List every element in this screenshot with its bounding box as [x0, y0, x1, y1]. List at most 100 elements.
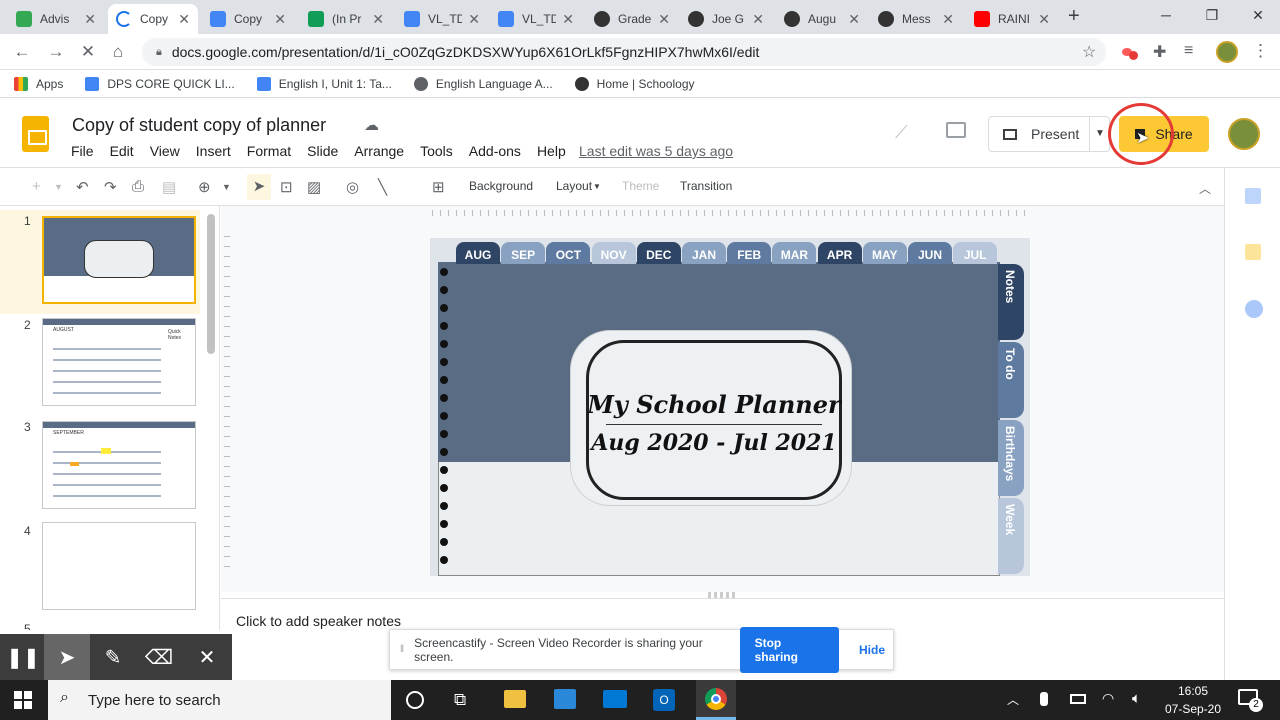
- menu-file[interactable]: File: [71, 143, 94, 159]
- new-tab-button[interactable]: +: [1068, 5, 1080, 28]
- text-box-icon[interactable]: ⊡: [280, 178, 293, 196]
- month-tab-jul[interactable]: JUL: [953, 242, 998, 264]
- month-tab-nov[interactable]: NOV: [591, 242, 636, 264]
- bookmark-apps[interactable]: Apps: [14, 76, 63, 91]
- new-slide-icon[interactable]: +: [32, 178, 41, 195]
- paint-format-icon[interactable]: ▤: [162, 178, 176, 196]
- taskbar-search-box[interactable]: ⌕ Type here to search: [48, 680, 391, 720]
- profile-avatar[interactable]: [1216, 41, 1238, 63]
- month-tab-mar[interactable]: MAR: [772, 242, 817, 264]
- forward-icon[interactable]: →: [44, 40, 68, 64]
- layout-dropdown-icon[interactable]: ▼: [593, 182, 601, 191]
- browser-tab-active[interactable]: Copy ✕: [108, 4, 198, 34]
- line-icon[interactable]: ╲: [378, 178, 387, 196]
- slide-thumbnail-4[interactable]: [42, 522, 196, 610]
- close-icon[interactable]: ✕: [468, 11, 480, 28]
- close-icon[interactable]: ✕: [372, 11, 384, 28]
- pause-icon[interactable]: ❚❚: [0, 634, 46, 680]
- menu-edit[interactable]: Edit: [110, 143, 134, 159]
- windows-start-icon[interactable]: [14, 691, 32, 709]
- show-hidden-icons[interactable]: ︿: [1007, 691, 1019, 708]
- browser-tab[interactable]: Augu ✕: [776, 4, 868, 34]
- extensions-icon[interactable]: ✚: [1153, 42, 1166, 62]
- collapse-toolbar-icon[interactable]: ︿: [1199, 180, 1211, 197]
- wifi-icon[interactable]: ◠: [1102, 690, 1114, 707]
- zoom-dropdown-icon[interactable]: ▼: [222, 182, 231, 192]
- image-icon[interactable]: ▨: [307, 178, 321, 196]
- close-icon[interactable]: ✕: [274, 11, 286, 28]
- home-icon[interactable]: ⌂: [106, 40, 130, 64]
- document-title[interactable]: Copy of student copy of planner: [72, 115, 326, 136]
- cortana-icon[interactable]: [406, 691, 424, 709]
- browser-tab[interactable]: VL_TD ✕: [490, 4, 582, 34]
- slide-1-canvas[interactable]: AUG SEP OCT NOV DEC JAN FEB MAR APR MAY JUN JUL Not…: [430, 238, 1030, 576]
- browser-tab[interactable]: Grade ✕: [586, 4, 678, 34]
- tasks-icon[interactable]: [1245, 300, 1263, 318]
- close-icon[interactable]: ✕: [752, 11, 764, 28]
- month-tab-oct[interactable]: OCT: [546, 242, 591, 264]
- minimize-icon[interactable]: ─: [1143, 0, 1189, 30]
- keep-icon[interactable]: [1245, 244, 1261, 260]
- comments-icon[interactable]: [946, 122, 966, 138]
- browser-tab[interactable]: VL_TD ✕: [396, 4, 488, 34]
- present-dropdown-icon[interactable]: ▼: [1089, 117, 1105, 151]
- menu-add-ons[interactable]: Add-ons: [469, 143, 521, 159]
- last-edit-link[interactable]: Last edit was 5 days ago: [579, 143, 733, 159]
- theme-button[interactable]: Theme: [622, 179, 659, 193]
- window-close-icon[interactable]: ✕: [1235, 0, 1280, 30]
- bookmark-item[interactable]: Home | Schoology: [574, 76, 695, 91]
- clock-date[interactable]: 07-Sep-20: [1158, 702, 1228, 716]
- microphone-icon[interactable]: [1040, 692, 1048, 706]
- slides-logo-icon[interactable]: [22, 116, 49, 152]
- browser-tab[interactable]: Mess ✕: [870, 4, 962, 34]
- section-tab-to-do[interactable]: To do: [998, 342, 1024, 418]
- eraser-icon[interactable]: ⌫: [136, 634, 182, 680]
- cursor-tool-icon[interactable]: ➤: [44, 634, 90, 680]
- slide-thumbnail-2[interactable]: AUGUST Quick Notes: [42, 318, 196, 406]
- file-explorer-icon[interactable]: [504, 690, 526, 708]
- pen-icon[interactable]: ✎: [90, 634, 136, 680]
- section-tab-birthdays[interactable]: Birthdays: [998, 420, 1024, 496]
- outlook-icon[interactable]: O: [653, 689, 675, 711]
- drag-handle-icon[interactable]: ‖: [400, 644, 404, 655]
- calendar-icon[interactable]: [1245, 188, 1261, 204]
- close-icon[interactable]: ✕: [562, 11, 574, 28]
- browser-tab[interactable]: Copy ✕: [202, 4, 294, 34]
- slide-thumbnail-3[interactable]: SEPTEMBER: [42, 421, 196, 509]
- layout-button[interactable]: Layout: [556, 179, 592, 193]
- close-annotation-icon[interactable]: ✕: [184, 634, 230, 680]
- background-button[interactable]: Background: [469, 179, 533, 193]
- browser-tab[interactable]: (In Pr ✕: [300, 4, 392, 34]
- clock-time[interactable]: 16:05: [1158, 684, 1228, 698]
- close-icon[interactable]: ✕: [848, 11, 860, 28]
- menu-arrange[interactable]: Arrange: [354, 143, 404, 159]
- battery-icon[interactable]: [1070, 694, 1086, 704]
- new-slide-dropdown-icon[interactable]: ▼: [54, 182, 63, 192]
- task-view-icon[interactable]: ⧉: [454, 690, 466, 710]
- redo-icon[interactable]: ↷: [104, 178, 117, 196]
- month-tab-dec[interactable]: DEC: [636, 242, 681, 264]
- close-icon[interactable]: ✕: [942, 11, 954, 28]
- close-icon[interactable]: ✕: [84, 11, 96, 28]
- section-tab-notes[interactable]: Notes: [998, 264, 1024, 340]
- mail-icon[interactable]: [603, 690, 627, 708]
- present-button[interactable]: Present ▼: [988, 116, 1110, 152]
- bookmark-item[interactable]: English I, Unit 1: Ta...: [256, 76, 392, 91]
- browser-tab[interactable]: Joe G ✕: [680, 4, 772, 34]
- menu-slide[interactable]: Slide: [307, 143, 338, 159]
- menu-tools[interactable]: Tools: [420, 143, 453, 159]
- volume-icon[interactable]: 🔈︎: [1132, 690, 1141, 707]
- chrome-menu-icon[interactable]: ⋮: [1252, 41, 1269, 61]
- omnibox[interactable]: 🔒︎ docs.google.com/presentation/d/1i_cO0…: [142, 38, 1106, 66]
- star-icon[interactable]: ☆: [1082, 42, 1096, 62]
- screencastify-extension-icon[interactable]: [1120, 44, 1138, 60]
- section-tab-week[interactable]: Week: [998, 498, 1024, 574]
- month-tab-sep[interactable]: SEP: [501, 242, 546, 264]
- menu-insert[interactable]: Insert: [196, 143, 231, 159]
- month-tab-apr[interactable]: APR: [817, 242, 862, 264]
- browser-tab[interactable]: RAINI ✕: [966, 4, 1058, 34]
- close-icon[interactable]: ✕: [658, 11, 670, 28]
- back-icon[interactable]: ←: [10, 40, 34, 64]
- restore-icon[interactable]: ❐: [1189, 0, 1235, 30]
- close-icon[interactable]: ✕: [178, 11, 190, 28]
